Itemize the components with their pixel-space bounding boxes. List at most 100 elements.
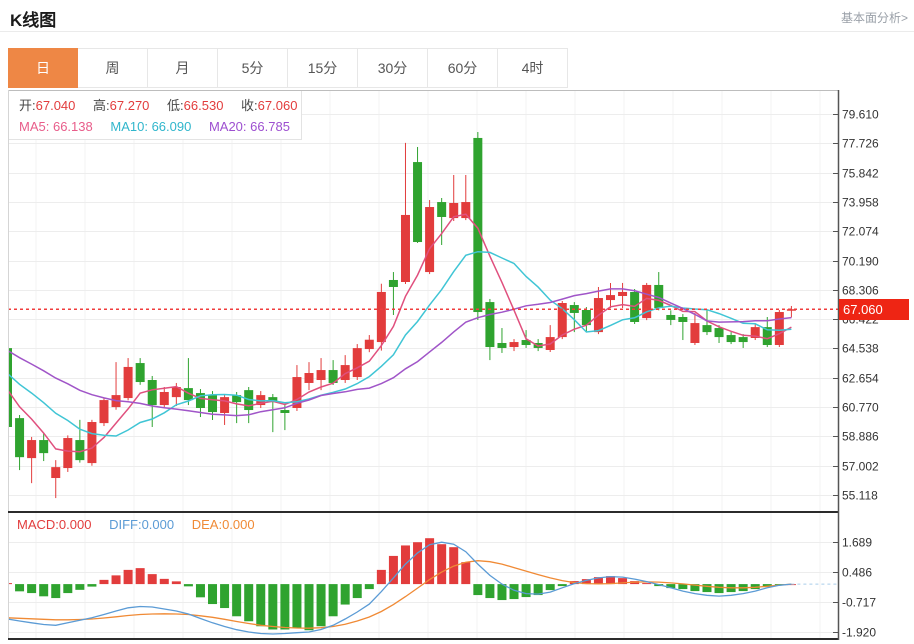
- macd-bar-down: [341, 584, 350, 604]
- macd-value: 0.000: [59, 517, 92, 532]
- macd-axis-label: -0.717: [842, 596, 876, 610]
- candle-body-up: [461, 202, 470, 218]
- current-price-tag: 67.060: [839, 299, 909, 320]
- candle-body-up: [377, 292, 386, 342]
- candle-body-up: [425, 207, 434, 272]
- macd-bar-down: [196, 584, 205, 597]
- price-axis-label: 77.726: [842, 137, 879, 151]
- high-value: 67.270: [110, 98, 150, 113]
- macd-bar-up: [160, 579, 169, 584]
- candle-body-up: [63, 438, 72, 468]
- macd-bar-up: [461, 562, 470, 584]
- low-value: 66.530: [184, 98, 224, 113]
- price-axis-label: 64.538: [842, 342, 879, 356]
- macd-bar-down: [208, 584, 217, 604]
- macd-bar-up: [148, 574, 157, 584]
- macd-bar-down: [280, 584, 289, 629]
- macd-bar-down: [244, 584, 253, 621]
- macd-bar-down: [268, 584, 277, 629]
- price-axis-label: 70.190: [842, 255, 879, 269]
- price-axis-label: 68.306: [842, 284, 879, 298]
- ohlc-legend-box: 开:67.040 高:67.270 低:66.530 收:67.060 MA5:…: [9, 91, 302, 140]
- macd-legend: MACD:0.000 DIFF:0.000 DEA:0.000: [17, 517, 255, 532]
- macd-bar-up: [437, 544, 446, 584]
- ma10-line: [8, 252, 792, 436]
- candle-body-down: [666, 315, 675, 320]
- diff-line: [8, 542, 792, 634]
- candle-body-up: [317, 370, 326, 380]
- candle-body-up: [87, 422, 96, 463]
- price-axis-label: 79.610: [842, 108, 879, 122]
- ma5-label: MA5:: [19, 119, 49, 134]
- dea-value: 0.000: [222, 517, 255, 532]
- macd-bar-down: [256, 584, 265, 626]
- ma5-line: [8, 214, 792, 452]
- ma-row: MA5: 66.138 MA10: 66.090 MA20: 66.785: [19, 116, 301, 137]
- price-axis-label: 60.770: [842, 401, 879, 415]
- macd-bar-down: [27, 584, 36, 593]
- macd-bar-up: [99, 580, 108, 584]
- macd-axis-label: 1.689: [842, 536, 872, 550]
- macd-axis-label: 0.486: [842, 566, 872, 580]
- price-axis-label: 75.842: [842, 167, 879, 181]
- macd-bar-down: [329, 584, 338, 616]
- candle-body-down: [148, 380, 157, 405]
- candle-body-down: [715, 328, 724, 337]
- candle-body-up: [775, 312, 784, 345]
- macd-bar-up: [3, 583, 12, 584]
- macd-bar-down: [220, 584, 229, 608]
- macd-bar-down: [39, 584, 48, 596]
- price-axis-label: 55.118: [842, 489, 878, 503]
- macd-bar-down: [702, 584, 711, 592]
- macd-bar-down: [558, 584, 567, 586]
- macd-bar-down: [51, 584, 60, 598]
- macd-bar-up: [172, 581, 181, 584]
- candle-body-up: [353, 348, 362, 377]
- candle-body-down: [208, 395, 217, 412]
- candle-body-down: [437, 202, 446, 217]
- open-value: 67.040: [36, 98, 76, 113]
- macd-bar-down: [184, 584, 193, 586]
- candle-body-down: [15, 418, 24, 457]
- ma20-value: 66.785: [250, 119, 290, 134]
- macd-axis-label: -1.920: [842, 626, 876, 640]
- macd-bar-down: [87, 584, 96, 586]
- macd-bar-down: [473, 584, 482, 595]
- ma10-value: 66.090: [152, 119, 192, 134]
- macd-bar-down: [305, 584, 314, 630]
- candle-body-down: [280, 410, 289, 413]
- candle-body-up: [51, 467, 60, 478]
- macd-bar-down: [715, 584, 724, 593]
- candle-body-down: [413, 162, 422, 242]
- kline-widget: K线图 基本面分析> 日周月5分15分30分60分4时 79.61077.726…: [0, 0, 914, 644]
- macd-bar-down: [232, 584, 241, 616]
- candle-body-down: [678, 317, 687, 322]
- dea-label: DEA:: [192, 517, 222, 532]
- candle-body-up: [401, 215, 410, 282]
- macd-bar-up: [112, 575, 121, 584]
- candle-body-up: [606, 295, 615, 300]
- macd-bar-down: [353, 584, 362, 598]
- candle-body-down: [727, 335, 736, 342]
- macd-bar-down: [365, 584, 374, 589]
- candle-body-up: [510, 342, 519, 347]
- open-label: 开:: [19, 98, 36, 113]
- low-label: 低:: [167, 98, 184, 113]
- macd-bar-down: [497, 584, 506, 600]
- ma20-label: MA20:: [209, 119, 247, 134]
- diff-value: 0.000: [142, 517, 175, 532]
- candle-body-down: [389, 280, 398, 287]
- candle-body-down: [702, 325, 711, 332]
- macd-bar-up: [136, 568, 145, 584]
- candle-body-up: [124, 367, 133, 398]
- candle-body-down: [739, 337, 748, 342]
- candle-body-down: [497, 343, 506, 348]
- ma5-value: 66.138: [53, 119, 93, 134]
- high-label: 高:: [93, 98, 110, 113]
- candle-body-up: [27, 440, 36, 458]
- candle-body-down: [39, 440, 48, 453]
- macd-bar-up: [642, 583, 651, 584]
- ma10-label: MA10:: [110, 119, 148, 134]
- candle-body-up: [220, 397, 229, 413]
- price-axis-label: 72.074: [842, 225, 879, 239]
